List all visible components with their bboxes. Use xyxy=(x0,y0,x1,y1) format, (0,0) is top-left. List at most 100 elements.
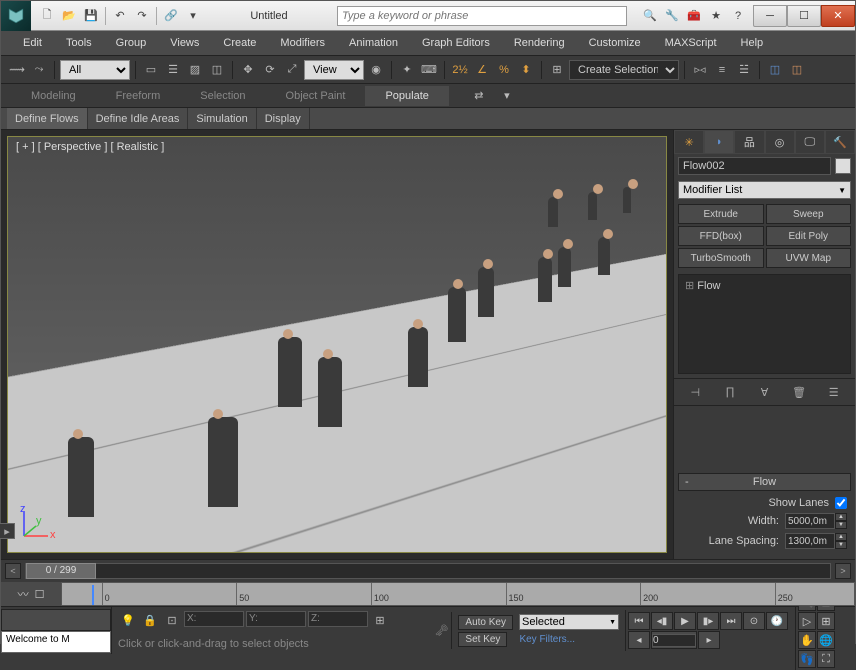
key-filter-dropdown[interactable]: Selected xyxy=(519,614,619,630)
spin-up-icon[interactable]: ▲ xyxy=(835,533,847,541)
viewport-label[interactable]: [ + ] [ Perspective ] [ Realistic ] xyxy=(16,141,164,153)
menu-modifiers[interactable]: Modifiers xyxy=(268,33,337,53)
viewport-expand-icon[interactable]: ▸ xyxy=(0,523,15,539)
search-box[interactable] xyxy=(337,6,627,26)
menu-rendering[interactable]: Rendering xyxy=(502,33,577,53)
modify-tab-icon[interactable]: ◗ xyxy=(704,130,734,154)
pan-icon[interactable]: ✋ xyxy=(798,631,816,649)
tab-object-paint[interactable]: Object Paint xyxy=(266,86,366,106)
next-key-icon[interactable]: ▸ xyxy=(698,631,720,649)
menu-customize[interactable]: Customize xyxy=(577,33,653,53)
time-prev-icon[interactable]: < xyxy=(5,563,21,579)
search-input[interactable] xyxy=(337,6,627,26)
time-ruler[interactable]: 0 50 100 150 200 250 xyxy=(61,582,855,606)
width-spinner[interactable]: ▲▼ xyxy=(785,513,847,529)
menu-graph-editors[interactable]: Graph Editors xyxy=(410,33,502,53)
select-name-icon[interactable]: ☰ xyxy=(163,60,183,80)
utilities-tab-icon[interactable]: 🔨 xyxy=(825,130,855,154)
viewport[interactable]: [ + ] [ Perspective ] [ Realistic ] xyxy=(7,136,667,553)
close-button[interactable]: ✕ xyxy=(821,5,855,27)
menu-animation[interactable]: Animation xyxy=(337,33,410,53)
mini-curve-icon[interactable]: 〰 xyxy=(18,586,29,602)
expand-track-icon[interactable]: ☐ xyxy=(35,588,45,601)
prev-frame-icon[interactable]: ◂▮ xyxy=(651,612,673,630)
object-name-input[interactable] xyxy=(678,157,831,175)
named-selection-dropdown[interactable]: Create Selection Se xyxy=(569,60,679,80)
rollout-header[interactable]: Flow xyxy=(678,473,851,491)
star-icon[interactable]: ★ xyxy=(707,7,725,25)
display-tab-icon[interactable]: 🖵 xyxy=(795,130,825,154)
redo-icon[interactable]: ↷ xyxy=(132,6,152,26)
qat-dropdown-icon[interactable]: ▾ xyxy=(183,6,203,26)
goto-start-icon[interactable]: ⏮ xyxy=(628,612,650,630)
time-config-icon[interactable]: 🕐 xyxy=(766,612,788,630)
create-tab-icon[interactable]: ✳ xyxy=(674,130,704,154)
link-icon[interactable]: 🔗 xyxy=(161,6,181,26)
show-lanes-checkbox[interactable] xyxy=(835,497,847,509)
scale-icon[interactable]: ⤢ xyxy=(282,60,302,80)
save-icon[interactable]: 💾 xyxy=(81,6,101,26)
menu-group[interactable]: Group xyxy=(104,33,159,53)
hierarchy-tab-icon[interactable]: 品 xyxy=(734,130,764,154)
maximize-button[interactable]: ☐ xyxy=(787,5,821,27)
subtab-define-idle[interactable]: Define Idle Areas xyxy=(88,108,189,129)
menu-tools[interactable]: Tools xyxy=(54,33,104,53)
btn-ffd[interactable]: FFD(box) xyxy=(678,226,764,246)
named-sel-icon[interactable]: ⊞ xyxy=(547,60,567,80)
selection-filter-dropdown[interactable]: All xyxy=(60,60,130,80)
btn-turbosmooth[interactable]: TurboSmooth xyxy=(678,248,764,268)
motion-tab-icon[interactable]: ◎ xyxy=(765,130,795,154)
configure-icon[interactable]: ☰ xyxy=(825,383,843,401)
current-frame-input[interactable] xyxy=(652,634,696,647)
percent-snap-icon[interactable]: % xyxy=(494,60,514,80)
time-slider-track[interactable]: 0 / 299 xyxy=(25,563,831,579)
pin-stack-icon[interactable]: ⊣ xyxy=(686,383,704,401)
wrench-icon[interactable]: 🔧 xyxy=(663,7,681,25)
iso-icon[interactable]: ⊡ xyxy=(162,611,182,631)
time-indicator[interactable] xyxy=(92,585,94,605)
tab-modeling[interactable]: Modeling xyxy=(11,86,96,106)
lane-spacing-spinner[interactable]: ▲▼ xyxy=(785,533,847,549)
script-listener[interactable]: Welcome to M xyxy=(1,631,111,653)
align-icon[interactable]: ≡ xyxy=(712,60,732,80)
setkey-button[interactable]: Set Key xyxy=(458,632,507,647)
app-menu-icon[interactable] xyxy=(1,1,31,31)
subtab-simulation[interactable]: Simulation xyxy=(188,108,256,129)
new-icon[interactable]: 🗋 xyxy=(37,6,57,26)
stack-item-flow[interactable]: Flow xyxy=(681,277,848,294)
menu-create[interactable]: Create xyxy=(211,33,268,53)
undo-icon[interactable]: ↶ xyxy=(110,6,130,26)
orbit-icon[interactable]: 🌐 xyxy=(817,631,835,649)
object-color-swatch[interactable] xyxy=(835,158,851,174)
spin-down-icon[interactable]: ▼ xyxy=(835,541,847,549)
schematic-icon[interactable]: ◫ xyxy=(787,60,807,80)
btn-extrude[interactable]: Extrude xyxy=(678,204,764,224)
menu-maxscript[interactable]: MAXScript xyxy=(653,33,729,53)
rotate-icon[interactable]: ⟳ xyxy=(260,60,280,80)
key-mode-icon[interactable]: 🗝 xyxy=(431,613,451,649)
track-view-toggle[interactable]: 〰 ☐ xyxy=(1,582,61,606)
tab-selection[interactable]: Selection xyxy=(180,86,265,106)
toolbox-icon[interactable]: 🧰 xyxy=(685,7,703,25)
minimize-button[interactable]: ─ xyxy=(753,5,787,27)
coord-y[interactable]: Y: xyxy=(246,611,306,627)
binoculars-icon[interactable]: 🔍 xyxy=(641,7,659,25)
zoom-extents-icon[interactable]: ⊞ xyxy=(817,612,835,630)
time-slider-handle[interactable]: 0 / 299 xyxy=(26,563,96,579)
modifier-list-dropdown[interactable]: Modifier List xyxy=(678,181,851,199)
fov-icon[interactable]: ▷ xyxy=(798,612,816,630)
btn-uvw-map[interactable]: UVW Map xyxy=(766,248,852,268)
tab-populate[interactable]: Populate xyxy=(365,86,448,106)
maximize-viewport-icon[interactable]: ⛶ xyxy=(817,650,835,668)
ribbon-toggle-icon[interactable]: ⇄ xyxy=(469,86,489,106)
pivot-icon[interactable]: ◉ xyxy=(366,60,386,80)
subtab-display[interactable]: Display xyxy=(257,108,310,129)
manipulate-icon[interactable]: ✦ xyxy=(397,60,417,80)
key-mode-toggle-icon[interactable]: ⊙ xyxy=(743,612,765,630)
unlink-icon[interactable]: ⤳ xyxy=(29,60,49,80)
open-icon[interactable]: 📂 xyxy=(59,6,79,26)
subtab-define-flows[interactable]: Define Flows xyxy=(7,108,88,129)
grid-icon[interactable]: ⊞ xyxy=(370,611,390,631)
time-next-icon[interactable]: > xyxy=(835,563,851,579)
tab-freeform[interactable]: Freeform xyxy=(96,86,181,106)
